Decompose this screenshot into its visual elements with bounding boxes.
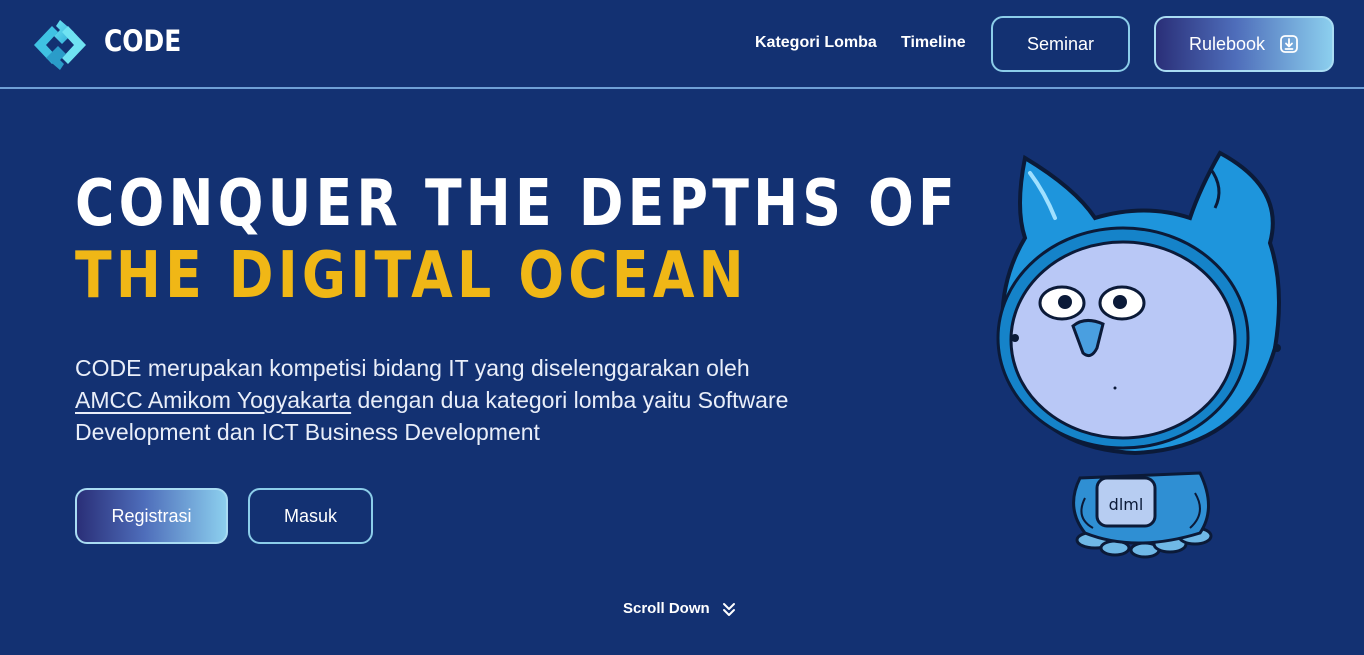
masuk-button-label: Masuk [283, 505, 337, 526]
rulebook-button-label: Rulebook [1188, 33, 1266, 54]
code-logo-icon[interactable] [32, 18, 88, 72]
masuk-button[interactable]: Masuk [248, 488, 373, 544]
nav-link-kategori-lomba[interactable]: Kategori Lomba [755, 34, 877, 52]
landing-page: CODE Kategori Lomba Timeline Seminar Rul… [0, 0, 1364, 655]
registrasi-button-label: Registrasi [111, 505, 192, 526]
hero-desc-part1: CODE merupakan kompetisi bidang IT yang … [75, 355, 750, 381]
rulebook-download-button[interactable]: Rulebook [1154, 16, 1334, 72]
seminar-button-label: Seminar [1026, 33, 1095, 54]
seminar-button[interactable]: Seminar [991, 16, 1130, 72]
brand-name[interactable]: CODE [104, 24, 181, 58]
double-chevron-down-icon [722, 601, 736, 617]
owl-mascot-illustration: dlml [985, 148, 1295, 568]
scroll-down-label: Scroll Down [623, 600, 710, 617]
hero-description: CODE merupakan kompetisi bidang IT yang … [75, 352, 795, 448]
hero-title: CONQUER THE DEPTHS OF THE DIGITAL OCEAN [75, 168, 959, 312]
amcc-link[interactable]: AMCC Amikom Yogyakarta [75, 387, 351, 413]
scroll-down-link[interactable]: Scroll Down [623, 600, 736, 617]
hero-title-line2: THE DIGITAL OCEAN [75, 239, 748, 313]
download-icon [1279, 34, 1299, 54]
nav-link-timeline[interactable]: Timeline [901, 34, 966, 52]
registrasi-button[interactable]: Registrasi [75, 488, 228, 544]
hero-title-line1: CONQUER THE DEPTHS OF [75, 167, 959, 241]
mascot-badge-text: dlml [1109, 495, 1144, 514]
top-navbar: CODE Kategori Lomba Timeline Seminar Rul… [0, 0, 1364, 89]
